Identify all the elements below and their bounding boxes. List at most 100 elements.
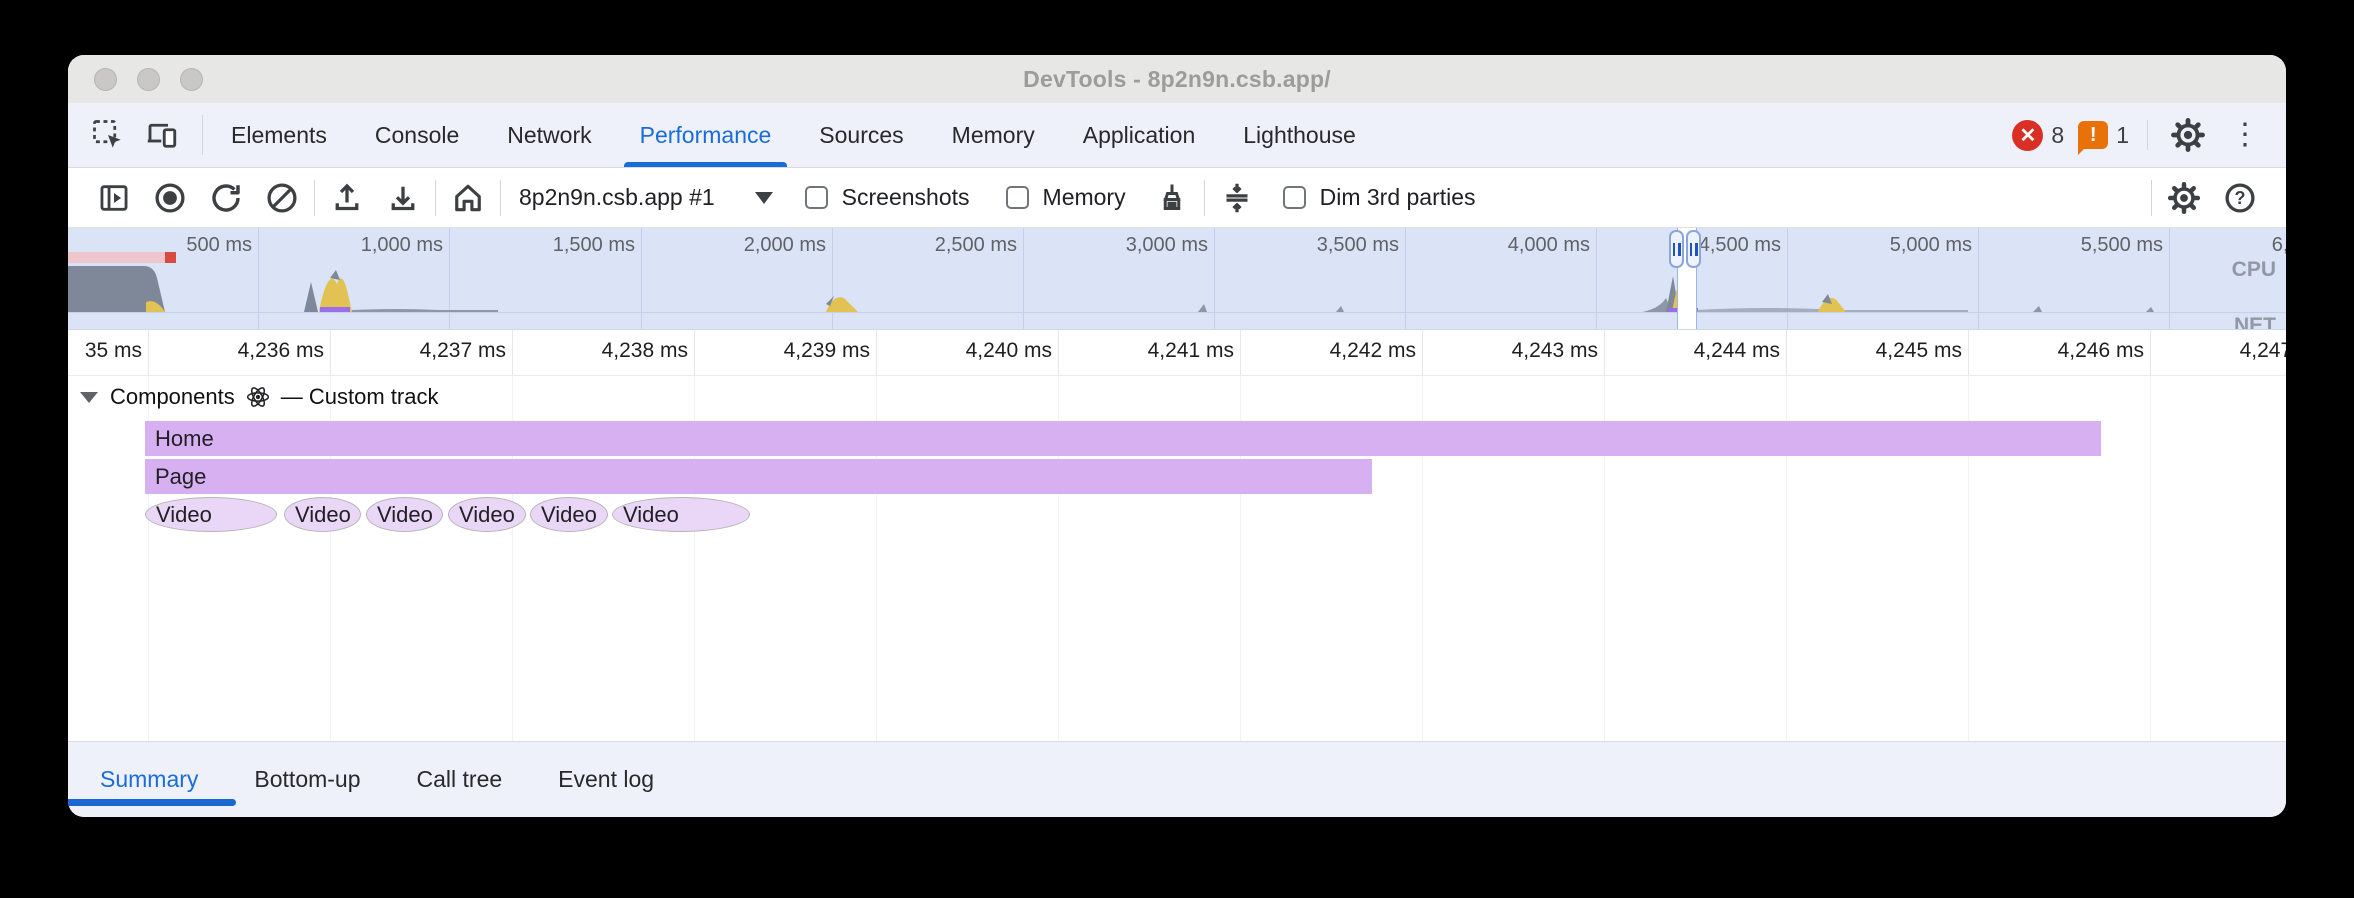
device-toolbar-button[interactable] [140, 113, 184, 157]
record-button[interactable] [148, 176, 192, 220]
svg-text:?: ? [2235, 188, 2246, 208]
dim-3rd-parties-label: Dim 3rd parties [1320, 184, 1476, 211]
target-select[interactable]: 8p2n9n.csb.app #1 [505, 184, 787, 211]
close-window-button[interactable] [94, 68, 117, 91]
checkbox-icon [805, 186, 828, 209]
clear-recording-button[interactable] [260, 176, 304, 220]
flame-bar-video[interactable]: Video [612, 497, 750, 532]
panel-left-icon [97, 181, 131, 215]
ruler-tick: 35 ms [148, 330, 149, 375]
flame-bar-video[interactable]: Video [145, 497, 277, 532]
ruler-tick: 4,236 ms [330, 330, 331, 375]
tab-console[interactable]: Console [351, 103, 483, 167]
memory-checkbox[interactable]: Memory [1006, 184, 1126, 211]
dim-3rd-parties-checkbox[interactable]: Dim 3rd parties [1283, 184, 1476, 211]
checkbox-icon [1283, 186, 1306, 209]
ruler-tick: 4,242 ms [1422, 330, 1423, 375]
help-icon: ? [2222, 180, 2258, 216]
save-profile-button[interactable] [381, 176, 425, 220]
error-count: 8 [2051, 122, 2064, 149]
target-select-value: 8p2n9n.csb.app #1 [519, 184, 715, 211]
net-lane-label: NET [2234, 314, 2276, 330]
ruler-tick: 4,243 ms [1604, 330, 1605, 375]
tab-application[interactable]: Application [1059, 103, 1220, 167]
flame-bar-video[interactable]: Video [366, 497, 443, 532]
capture-settings-button[interactable] [2162, 176, 2206, 220]
ruler-tick: 4,238 ms [694, 330, 695, 375]
window-title: DevTools - 8p2n9n.csb.app/ [1023, 66, 1331, 93]
load-profile-button[interactable] [325, 176, 369, 220]
react-atom-icon [245, 384, 271, 410]
screenshots-checkbox[interactable]: Screenshots [805, 184, 970, 211]
toggle-sidebar-button[interactable] [92, 176, 136, 220]
selection-right-handle[interactable] [1686, 230, 1701, 268]
tabbar-divider [202, 115, 203, 155]
ruler-tick: 4,244 ms [1786, 330, 1787, 375]
toolbar-divider [2151, 180, 2152, 216]
flame-bar-home[interactable]: Home [145, 421, 2101, 456]
inspect-icon [90, 117, 126, 153]
tab-performance[interactable]: Performance [616, 103, 796, 167]
tab-sources[interactable]: Sources [795, 103, 927, 167]
flame-bar-video[interactable]: Video [530, 497, 608, 532]
timeline-ruler: 35 ms 4,236 ms 4,237 ms 4,238 ms 4,239 m… [68, 330, 2286, 376]
inspect-element-button[interactable] [86, 113, 130, 157]
tab-elements[interactable]: Elements [207, 103, 351, 167]
checkbox-icon [1006, 186, 1029, 209]
devtools-window: DevTools - 8p2n9n.csb.app/ [68, 55, 2286, 817]
tab-summary[interactable]: Summary [100, 766, 198, 793]
warning-icon: ! [2078, 121, 2108, 149]
selection-left-handle[interactable] [1669, 230, 1684, 268]
cpu-lane-label: CPU [2232, 258, 2276, 282]
more-options-button[interactable]: ⋮ [2224, 120, 2266, 150]
toolbar-divider [314, 180, 315, 216]
home-icon [450, 180, 486, 216]
flame-chart-area[interactable]: Components — Custom track Home Page Vide… [68, 376, 2286, 741]
console-errors-badge[interactable]: ✕ 8 [2012, 120, 2064, 151]
active-tab-underline [68, 799, 236, 806]
collapse-caret-icon[interactable] [80, 392, 98, 403]
ruler-tick: 4,245 ms [1968, 330, 1969, 375]
custom-track-header[interactable]: Components — Custom track [80, 384, 438, 410]
minimize-window-button[interactable] [137, 68, 160, 91]
tab-call-tree[interactable]: Call tree [417, 766, 503, 793]
window-titlebar: DevTools - 8p2n9n.csb.app/ [68, 55, 2286, 103]
ruler-tick: 4,239 ms [876, 330, 877, 375]
gear-icon [2166, 180, 2202, 216]
record-and-reload-button[interactable] [204, 176, 248, 220]
tab-bottom-up[interactable]: Bottom-up [254, 766, 360, 793]
help-button[interactable]: ? [2218, 176, 2262, 220]
zoom-window-button[interactable] [180, 68, 203, 91]
devtools-tabbar: Elements Console Network Performance Sou… [68, 103, 2286, 168]
toolbar-divider [1204, 180, 1205, 216]
console-warnings-badge[interactable]: ! 1 [2078, 121, 2129, 149]
panel-tabs: Elements Console Network Performance Sou… [207, 103, 1380, 167]
upload-icon [329, 180, 365, 216]
screenshots-label: Screenshots [842, 184, 970, 211]
home-button[interactable] [446, 176, 490, 220]
devtools-settings-button[interactable] [2166, 113, 2210, 157]
track-suffix: — Custom track [281, 384, 439, 410]
compress-icon [1219, 180, 1255, 216]
performance-toolbar: 8p2n9n.csb.app #1 Screenshots Memory [68, 168, 2286, 228]
shortcuts-dialog-button[interactable] [1215, 176, 1259, 220]
clear-icon [264, 180, 300, 216]
toolbar-divider [435, 180, 436, 216]
tab-lighthouse[interactable]: Lighthouse [1219, 103, 1380, 167]
gear-icon [2169, 116, 2207, 154]
network-overview-bar [68, 252, 165, 263]
flame-bar-video[interactable]: Video [448, 497, 526, 532]
screenshot-stage: DevTools - 8p2n9n.csb.app/ [0, 0, 2354, 898]
timeline-overview[interactable]: 500 ms 1,000 ms 1,500 ms 2,000 ms 2,500 … [68, 228, 2286, 330]
tab-network[interactable]: Network [483, 103, 615, 167]
collect-garbage-button[interactable] [1150, 176, 1194, 220]
garbage-brush-icon [1154, 180, 1190, 216]
toolbar-divider [500, 180, 501, 216]
tabbar-right-divider [2147, 120, 2148, 150]
tab-event-log[interactable]: Event log [558, 766, 654, 793]
tab-memory[interactable]: Memory [928, 103, 1059, 167]
details-tabbar: Summary Bottom-up Call tree Event log [68, 741, 2286, 817]
flame-bar-page[interactable]: Page [145, 459, 1372, 494]
flame-bar-video[interactable]: Video [284, 497, 361, 532]
download-icon [385, 180, 421, 216]
